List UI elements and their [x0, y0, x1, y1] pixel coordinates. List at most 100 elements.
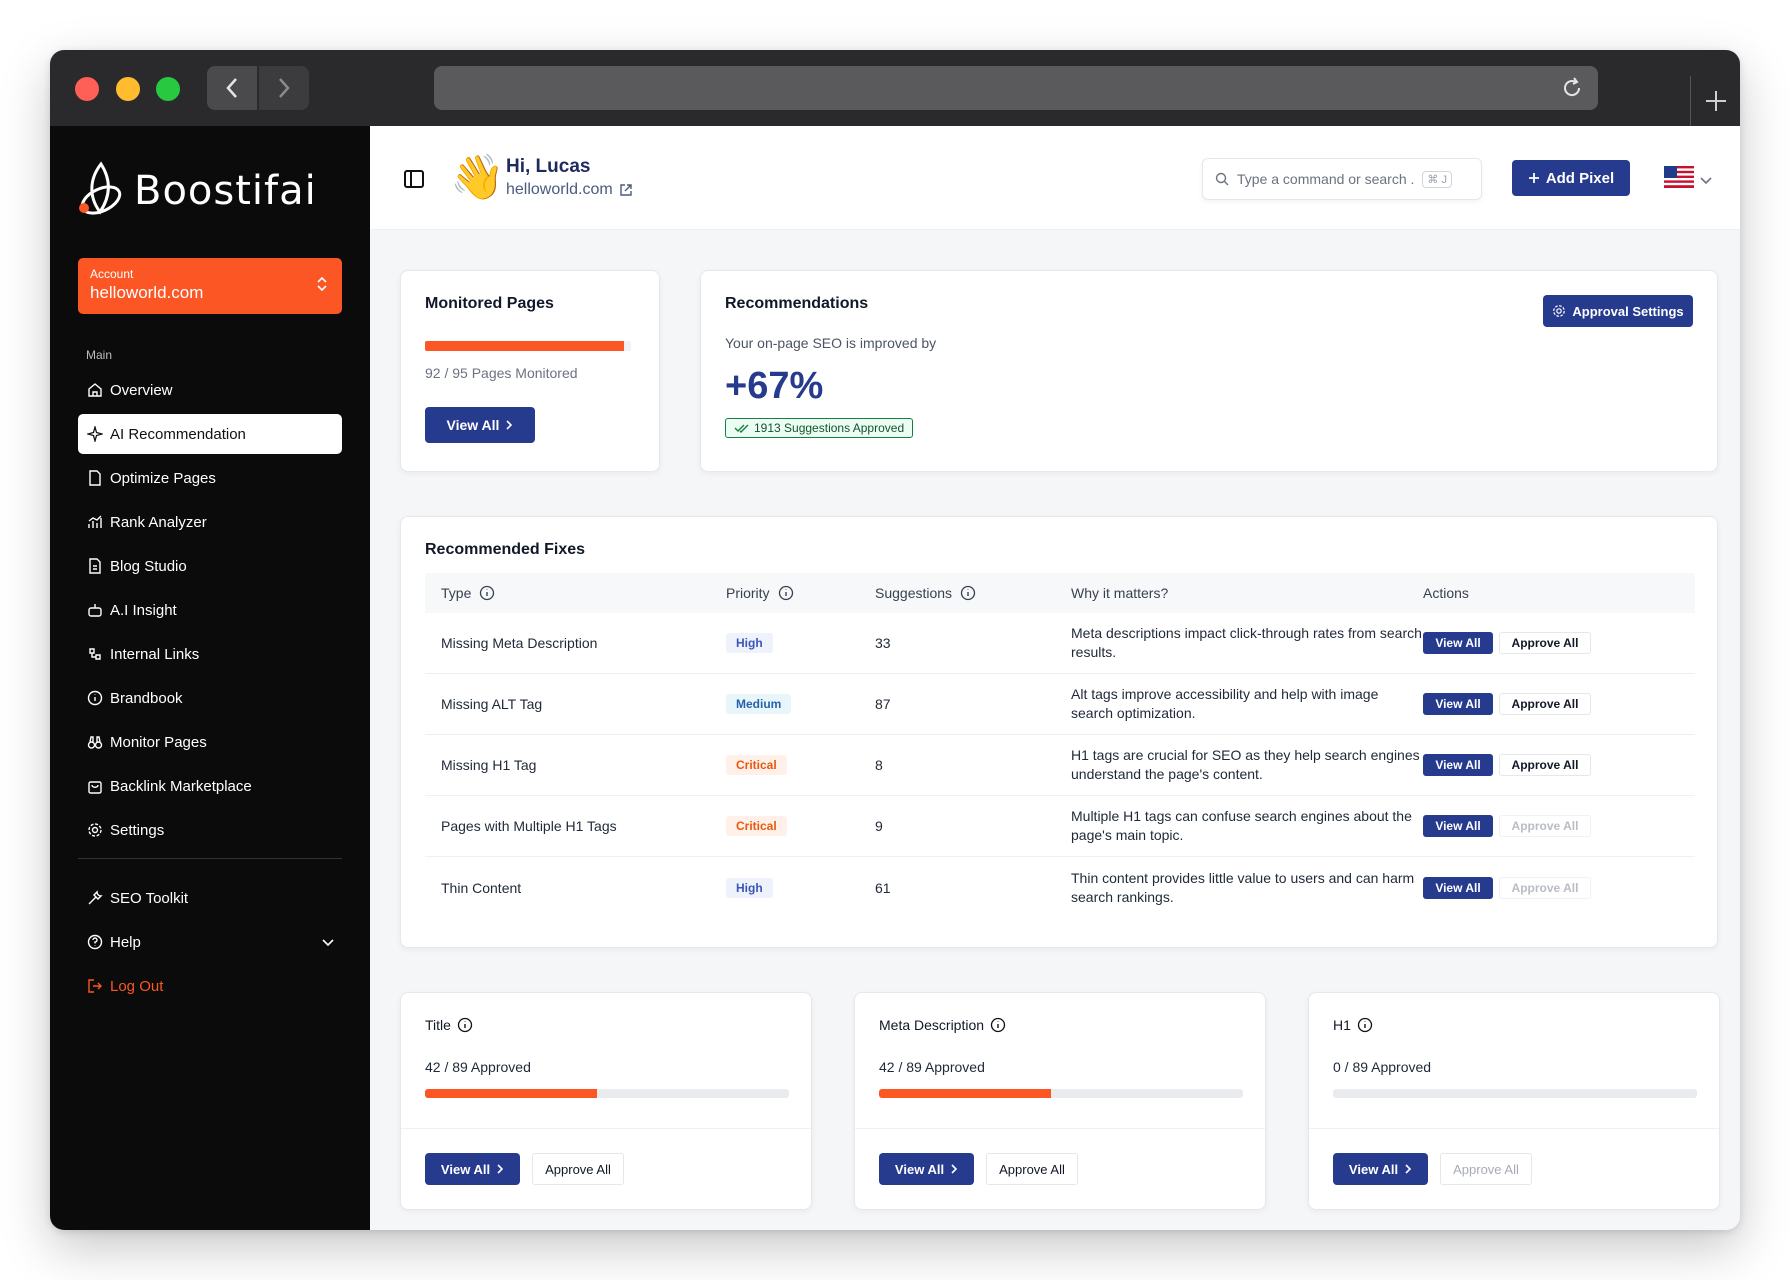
account-value: helloworld.com	[90, 283, 204, 302]
approve-all-button[interactable]: Approve All	[1499, 693, 1591, 715]
sidebar-item-logout[interactable]: Log Out	[78, 966, 342, 1006]
sidebar-item-rank-analyzer[interactable]: Rank Analyzer	[78, 502, 342, 542]
column-header-actions: Actions	[1423, 585, 1469, 601]
why-it-matters: H1 tags are crucial for SEO as they help…	[1071, 747, 1420, 782]
view-all-button[interactable]: View All	[1333, 1153, 1428, 1185]
minimize-window-button[interactable]	[116, 77, 140, 101]
info-icon[interactable]	[778, 585, 794, 601]
sidebar-item-label: Log Out	[110, 977, 164, 995]
approve-all-button[interactable]: Approve All	[1440, 1153, 1532, 1185]
add-pixel-button[interactable]: Add Pixel	[1512, 160, 1630, 196]
column-header-type: Type	[425, 585, 726, 601]
approve-all-button[interactable]: Approve All	[1499, 632, 1591, 654]
sidebar-item-seo-toolkit[interactable]: SEO Toolkit	[78, 878, 342, 918]
approve-all-button[interactable]: Approve All	[1499, 876, 1591, 899]
info-icon[interactable]	[479, 585, 495, 601]
sidebar-item-blog-studio[interactable]: Blog Studio	[78, 546, 342, 586]
forward-button[interactable]	[259, 66, 309, 110]
brand-logo[interactable]: Boostifai	[76, 160, 317, 222]
why-it-matters: Thin content provides little value to us…	[1071, 869, 1415, 905]
view-all-button[interactable]: View All	[1423, 876, 1493, 899]
approve-all-button[interactable]: Approve All	[986, 1153, 1078, 1185]
site-link[interactable]: helloworld.com	[506, 181, 633, 199]
sidebar-item-internal-links[interactable]: Internal Links	[78, 634, 342, 674]
fix-type: Missing ALT Tag	[441, 696, 543, 712]
main-content: Monitored Pages 92 / 95 Pages Monitored …	[370, 230, 1740, 1230]
why-it-matters: Meta descriptions impact click-through r…	[1071, 625, 1422, 660]
plus-icon	[1705, 91, 1726, 111]
info-icon[interactable]	[960, 585, 976, 601]
sidebar-item-settings[interactable]: Settings	[78, 810, 342, 850]
header-label: Type	[441, 585, 472, 601]
document-icon	[86, 557, 104, 575]
search-icon	[1215, 172, 1229, 186]
reload-icon[interactable]	[1560, 76, 1584, 105]
back-button[interactable]	[207, 66, 257, 110]
priority-badge: High	[726, 877, 773, 898]
add-pixel-label: Add Pixel	[1545, 169, 1615, 187]
suggestions-approved-badge: 1913 Suggestions Approved	[725, 418, 914, 438]
sidebar-item-monitor-pages[interactable]: Monitor Pages	[78, 722, 342, 762]
sidebar-item-ai-insight[interactable]: A.I Insight	[78, 590, 342, 630]
plus-icon	[1528, 173, 1539, 183]
priority-badge: Medium	[726, 694, 792, 714]
suggestion-count: 9	[875, 818, 883, 834]
chevron-right-icon	[951, 1164, 958, 1174]
sidebar-item-label: Blog Studio	[110, 557, 187, 575]
us-flag-icon[interactable]	[1664, 166, 1694, 193]
view-all-button[interactable]: View All	[1423, 815, 1493, 837]
view-all-button[interactable]: View All	[425, 407, 535, 443]
help-icon	[86, 933, 104, 951]
approval-settings-button[interactable]: Approval Settings	[1543, 295, 1693, 327]
account-switcher[interactable]: Account helloworld.com	[78, 258, 342, 314]
title-approval-card: Title 42 / 89 Approved View All Approve …	[400, 992, 812, 1210]
command-search-input[interactable]: Type a command or search . ⌘ J	[1202, 158, 1482, 200]
sidebar-item-brandbook[interactable]: Brandbook	[78, 678, 342, 718]
sidebar-item-overview[interactable]: Overview	[78, 370, 342, 410]
gear-icon	[86, 821, 104, 839]
sidebar-toggle-icon[interactable]	[403, 168, 425, 195]
priority-badge: Critical	[726, 755, 787, 775]
view-all-button[interactable]: View All	[1423, 693, 1493, 715]
approval-progress-bar	[1333, 1089, 1697, 1098]
column-header-why: Why it matters?	[1071, 584, 1169, 601]
maximize-window-button[interactable]	[156, 77, 180, 101]
chevron-right-icon	[497, 1164, 504, 1174]
approve-all-button[interactable]: Approve All	[532, 1153, 624, 1185]
view-all-button[interactable]: View All	[879, 1153, 974, 1185]
info-icon[interactable]	[457, 1017, 473, 1033]
sidebar-bottom-nav: SEO Toolkit Help Log Out	[78, 878, 342, 1010]
sidebar-item-label: Settings	[110, 821, 165, 839]
fix-type: Missing H1 Tag	[441, 757, 537, 773]
info-icon[interactable]	[1357, 1017, 1373, 1033]
robot-icon	[86, 601, 104, 619]
table-header: Type Priority Suggestions Why it matters…	[425, 573, 1695, 613]
chevron-down-icon[interactable]	[1700, 172, 1712, 190]
info-icon	[86, 689, 104, 707]
card-title: Monitored Pages	[425, 295, 554, 312]
sidebar-item-help[interactable]: Help	[78, 922, 342, 962]
sidebar-item-optimize-pages[interactable]: Optimize Pages	[78, 458, 342, 498]
table-row: Missing Meta Description High 33 Meta de…	[425, 613, 1695, 674]
view-all-button[interactable]: View All	[1423, 632, 1493, 654]
fixes-table: Type Priority Suggestions Why it matters…	[425, 573, 1695, 918]
gear-icon	[1553, 305, 1566, 317]
new-tab-button[interactable]	[1690, 76, 1740, 126]
info-icon[interactable]	[990, 1017, 1006, 1033]
address-bar[interactable]	[434, 66, 1598, 110]
sidebar-item-label: A.I Insight	[110, 601, 177, 619]
progress-fill	[425, 341, 625, 351]
approve-all-button[interactable]: Approve All	[1499, 815, 1591, 837]
close-window-button[interactable]	[75, 77, 99, 101]
approve-all-button[interactable]: Approve All	[1499, 754, 1591, 776]
brand-name: Boostifai	[134, 168, 317, 214]
view-all-button[interactable]: View All	[1423, 754, 1493, 776]
home-icon	[86, 381, 104, 399]
sidebar-item-ai-recommendation[interactable]: AI Recommendation	[78, 414, 342, 454]
wrench-icon	[86, 889, 104, 907]
sidebar-item-backlink-marketplace[interactable]: Backlink Marketplace	[78, 766, 342, 806]
view-all-button[interactable]: View All	[425, 1153, 520, 1185]
sidebar-item-label: AI Recommendation	[110, 425, 246, 443]
badge-label: 1913 Suggestions Approved	[754, 421, 905, 435]
why-it-matters: Alt tags improve accessibility and help …	[1071, 686, 1379, 721]
